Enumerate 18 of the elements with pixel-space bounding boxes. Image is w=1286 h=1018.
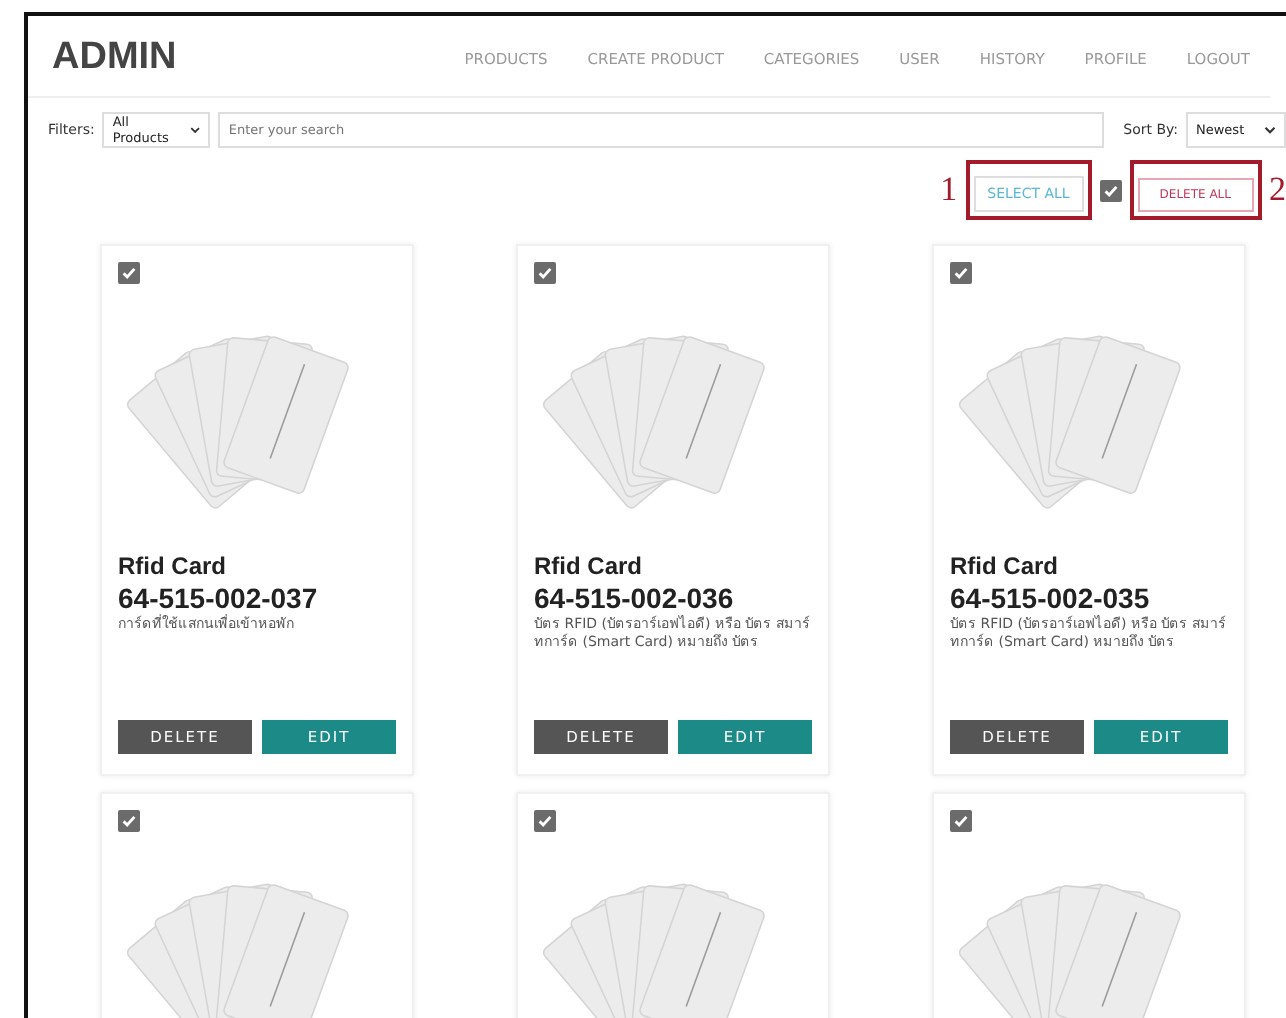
product-name: Rfid Card	[950, 552, 1060, 580]
product-checkbox[interactable]	[534, 810, 556, 832]
product-code: 64-515-002-036	[534, 582, 736, 614]
product-checkbox[interactable]	[118, 262, 140, 284]
product-checkbox[interactable]	[118, 810, 140, 832]
chevron-down-icon	[190, 126, 201, 134]
product-checkbox[interactable]	[534, 262, 556, 284]
callout-number: 2	[1269, 170, 1286, 210]
product-checkbox[interactable]	[950, 810, 972, 832]
brand-title: ADMIN	[52, 36, 177, 80]
product-code: 64-515-002-035	[950, 582, 1152, 614]
chevron-down-icon	[1264, 126, 1276, 134]
product-name: Rfid Card	[118, 552, 228, 580]
select-all-checkbox[interactable]	[1099, 179, 1122, 201]
product-checkbox[interactable]	[950, 262, 972, 284]
product-name: Rfid Card	[534, 552, 644, 580]
product-code: 64-515-002-037	[118, 582, 320, 614]
callout-number: 1	[940, 170, 958, 210]
